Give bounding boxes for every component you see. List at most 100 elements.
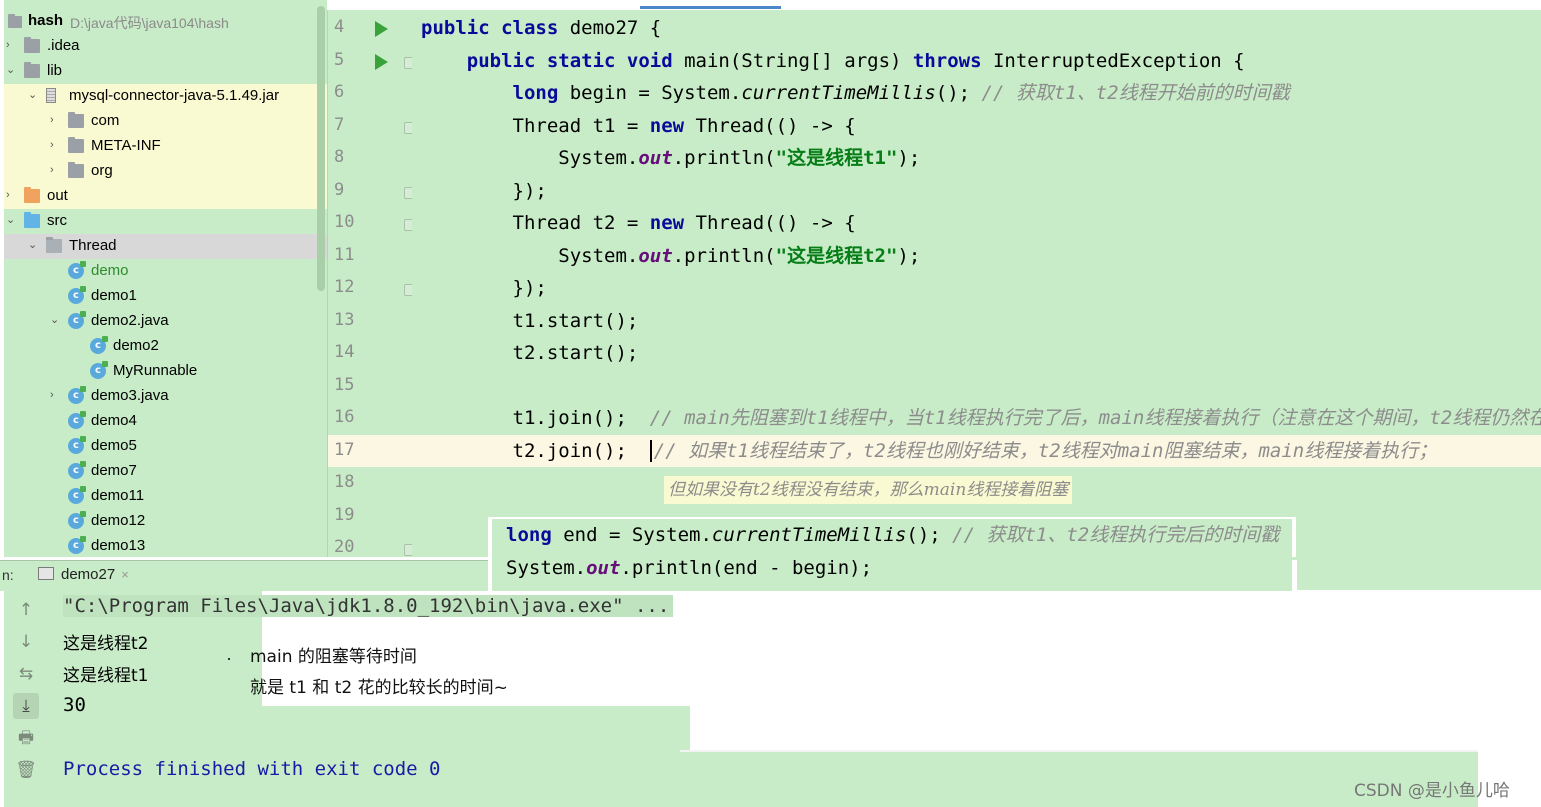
pasted-code-inner[interactable]: long end = System.currentTimeMillis(); /… [492, 519, 1292, 591]
gutter-line-5[interactable]: 5 [328, 45, 416, 77]
gutter-line-11[interactable]: 11 [328, 240, 413, 272]
tree-item-demo1[interactable]: c demo1 [4, 284, 327, 309]
chevron-down-icon[interactable]: ⌄ [50, 315, 60, 326]
chevron-down-icon[interactable]: ⌄ [6, 65, 16, 76]
tree-item-demo13[interactable]: c demo13 [4, 534, 327, 557]
tree-item-label: demo11 [91, 487, 145, 504]
chevron-right-icon[interactable]: › [6, 40, 16, 51]
gutter-line-6[interactable]: 6 [328, 77, 413, 109]
chevron-down-icon[interactable]: ⌄ [6, 215, 16, 226]
tree-item-demo11[interactable]: c demo11 [4, 484, 327, 509]
print-icon[interactable]: 🖶 [13, 725, 39, 751]
gutter-line-19[interactable]: 19 [328, 500, 413, 532]
tree-item-label: lib [47, 62, 63, 79]
code-line-7[interactable]: Thread t1 = new Thread(() -> { [412, 110, 1541, 142]
tree-item-demo3-java[interactable]: › c demo3.java [4, 384, 327, 409]
java-class-icon: c [68, 511, 86, 529]
gutter-line-16[interactable]: 16 [328, 402, 413, 434]
code-line-11[interactable]: System.out.println("这是线程t2"); [412, 240, 1541, 272]
code-line-13[interactable]: t1.start(); [412, 305, 1541, 337]
chevron-right-icon[interactable]: › [50, 115, 60, 126]
soft-wrap-icon[interactable]: ⇆ [13, 661, 39, 687]
trash-icon[interactable]: 🗑 [13, 757, 39, 783]
close-icon[interactable]: × [121, 567, 129, 582]
java-class-icon: c [68, 311, 86, 329]
tree-item--idea[interactable]: › .idea [4, 34, 327, 59]
code-line-4[interactable]: public class demo27 { [412, 12, 1541, 44]
chevron-down-icon[interactable]: ⌄ [28, 90, 38, 101]
tree-item-org[interactable]: › org [4, 159, 327, 184]
code-token: t2.start(); [421, 342, 639, 364]
gutter-line-18[interactable]: 18 [328, 467, 413, 499]
tree-item-out[interactable]: › out [4, 184, 327, 209]
scroll-to-end-icon[interactable]: ⤓ [13, 693, 39, 719]
chevron-right-icon[interactable]: › [50, 140, 60, 151]
code-line-10[interactable]: Thread t2 = new Thread(() -> { [412, 207, 1541, 239]
code-line-8[interactable]: System.out.println("这是线程t1"); [412, 142, 1541, 174]
gutter-line-10[interactable]: 10 [328, 207, 416, 239]
tree-item-demo5[interactable]: c demo5 [4, 434, 327, 459]
tree-item-com[interactable]: › com [4, 109, 327, 134]
tree-item-thread[interactable]: ⌄ Thread [4, 234, 327, 259]
tree-scrollbar[interactable] [317, 6, 325, 291]
code-line-12[interactable]: }); [412, 272, 1541, 304]
code-line-6[interactable]: long begin = System.currentTimeMillis();… [412, 77, 1541, 109]
tree-item-demo12[interactable]: c demo12 [4, 509, 327, 534]
gutter-line-4[interactable]: 4 [328, 12, 413, 44]
code-token: Thread(() -> { [695, 212, 856, 234]
tree-item-demo2[interactable]: c demo2 [4, 334, 327, 359]
chevron-down-icon[interactable]: ⌄ [28, 240, 38, 251]
tree-item-mysql-connector-java-5-1-49-jar[interactable]: ⌄ mysql-connector-java-5.1.49.jar [4, 84, 327, 109]
console-output[interactable]: "C:\Program Files\Java\jdk1.8.0_192\bin\… [46, 591, 1541, 807]
tree-item-demo7[interactable]: c demo7 [4, 459, 327, 484]
tree-item-label: org [91, 162, 113, 179]
project-root-row[interactable]: hash D:\java代码\java104\hash [4, 9, 327, 34]
code-token: t1.start(); [421, 309, 639, 332]
tree-item-meta-inf[interactable]: › META-INF [4, 134, 327, 159]
code-token: }); [421, 277, 547, 299]
tree-item-demo2-java[interactable]: ⌄ c demo2.java [4, 309, 327, 334]
code-token: currentTimeMillis [741, 82, 936, 104]
gutter-line-9[interactable]: 9 [328, 175, 416, 207]
tree-item-label: demo2.java [91, 312, 169, 329]
project-folder-icon [8, 14, 22, 28]
code-line-14[interactable]: t2.start(); [412, 337, 1541, 369]
down-arrow-icon[interactable]: ↓ [13, 629, 39, 655]
gutter-line-17[interactable]: 17 [328, 434, 413, 467]
line-number: 19 [334, 504, 355, 525]
gutter-line-8[interactable]: 8 [328, 142, 413, 174]
tree-item-lib[interactable]: ⌄ lib [4, 59, 327, 84]
run-gutter-icon[interactable] [375, 53, 388, 70]
console-line: 这是线程t2 [63, 634, 149, 654]
code-line-17[interactable]: t2.join(); // 如果t1线程结束了，t2线程也刚好结束，t2线程对m… [412, 434, 1541, 467]
gutter-line-15[interactable]: 15 [328, 370, 413, 402]
chevron-right-icon[interactable]: › [50, 390, 60, 401]
code-token: .println(end - begin); [620, 557, 873, 579]
chevron-right-icon[interactable]: › [6, 190, 16, 201]
code-line-16[interactable]: t1.join(); // main先阻塞到t1线程中，当t1线程执行完了后，m… [412, 402, 1541, 434]
run-tab-label: demo27 [61, 566, 116, 583]
code-token: (); [906, 524, 953, 546]
code-line-5[interactable]: public static void main(String[] args) t… [412, 45, 1541, 77]
code-editor[interactable]: public class demo27 { public static void… [412, 10, 1541, 557]
run-tab-demo27[interactable]: demo27 × [38, 566, 129, 583]
code-token: ); [897, 147, 921, 169]
gutter-line-7[interactable]: 7 [328, 110, 416, 142]
line-number: 13 [334, 309, 355, 330]
tree-item-demo4[interactable]: c demo4 [4, 409, 327, 434]
line-number: 5 [334, 49, 345, 70]
tree-item-demo[interactable]: c demo [4, 259, 327, 284]
chevron-right-icon[interactable]: › [50, 165, 60, 176]
run-gutter-icon[interactable] [375, 21, 388, 37]
tree-item-myrunnable[interactable]: c MyRunnable [4, 359, 327, 384]
gutter-line-14[interactable]: 14 [328, 337, 413, 369]
code-line-9[interactable]: }); [412, 175, 1541, 207]
tree-item-src[interactable]: ⌄ src [4, 209, 327, 234]
code-line-15[interactable] [412, 370, 1541, 402]
up-arrow-icon[interactable]: ↑ [13, 597, 39, 623]
gutter-line-13[interactable]: 13 [328, 305, 413, 337]
gutter-line-12[interactable]: 12 [328, 272, 416, 304]
code-token: }); [421, 179, 547, 202]
code-token: // 获取t1、t2线程开始前的时间戳 [981, 82, 1290, 104]
